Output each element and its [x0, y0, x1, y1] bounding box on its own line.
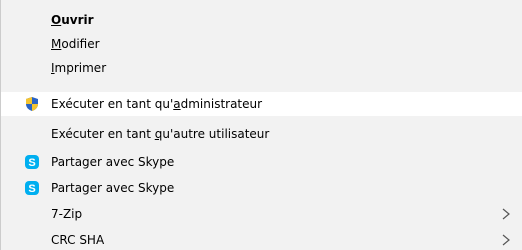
- svg-text:S: S: [28, 183, 35, 195]
- menu-item-label: Modifier: [51, 37, 100, 51]
- menu-item-run-as-other-user[interactable]: Exécuter en tant qu'autre utilisateur: [1, 122, 522, 146]
- menu-item-label: Partager avec Skype: [51, 181, 175, 195]
- menu-item-label: Ouvrir: [51, 13, 94, 27]
- menu-item-label: CRC SHA: [51, 233, 105, 247]
- uac-shield-icon: [23, 95, 41, 113]
- skype-icon: S: [23, 179, 41, 197]
- menu-item-label: Partager avec Skype: [51, 155, 175, 169]
- context-menu: Ouvrir Modifier Imprimer Exécuter en tan…: [0, 0, 522, 250]
- menu-item-7zip[interactable]: 7-Zip: [1, 202, 522, 226]
- menu-item-label: Exécuter en tant qu'autre utilisateur: [51, 127, 270, 141]
- menu-item-label: Exécuter en tant qu'administrateur: [51, 97, 263, 111]
- menu-item-run-as-admin[interactable]: Exécuter en tant qu'administrateur: [1, 92, 522, 116]
- skype-icon: S: [23, 153, 41, 171]
- menu-item-label: Imprimer: [51, 61, 107, 75]
- menu-item-open[interactable]: Ouvrir: [1, 8, 522, 32]
- menu-item-edit[interactable]: Modifier: [1, 32, 522, 56]
- menu-item-print[interactable]: Imprimer: [1, 56, 522, 80]
- menu-item-share-skype[interactable]: S Partager avec Skype: [1, 176, 522, 200]
- chevron-right-icon: [500, 232, 512, 248]
- menu-item-share-skype[interactable]: S Partager avec Skype: [1, 150, 522, 174]
- menu-item-label: 7-Zip: [51, 207, 83, 221]
- svg-text:S: S: [28, 157, 35, 169]
- menu-item-crc-sha[interactable]: CRC SHA: [1, 228, 522, 250]
- chevron-right-icon: [500, 206, 512, 222]
